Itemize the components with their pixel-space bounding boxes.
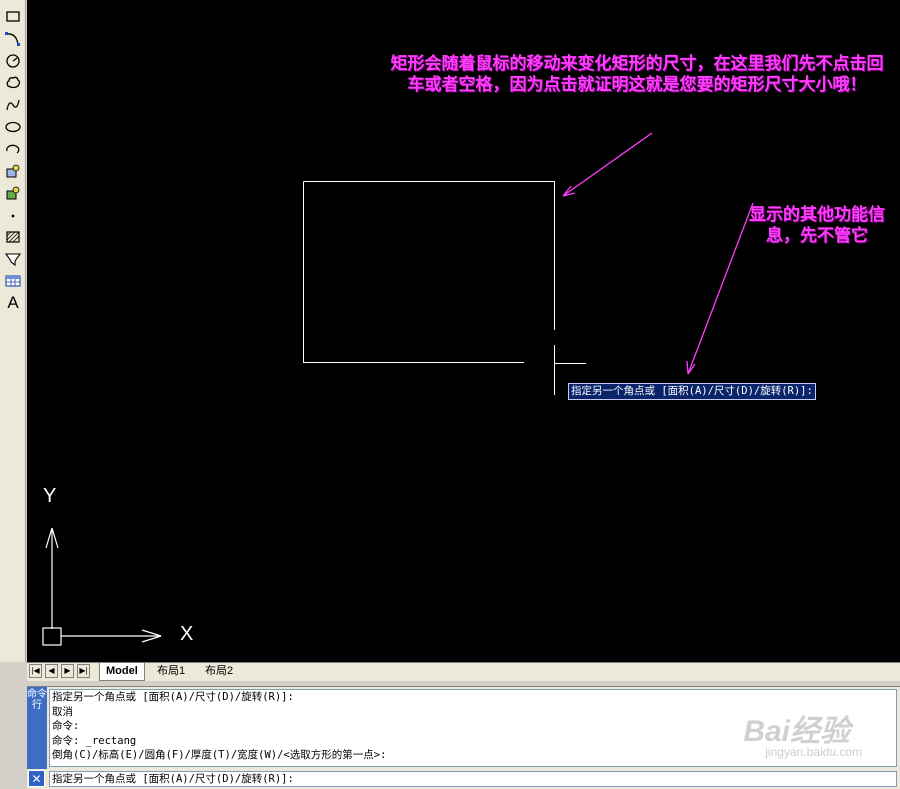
insert-block-icon[interactable] [3, 161, 23, 181]
spline-tool-icon[interactable] [3, 95, 23, 115]
ellipse-arc-tool-icon[interactable] [3, 139, 23, 159]
ucs-y-label: Y [43, 485, 57, 507]
rectangle-tool-icon[interactable] [3, 7, 23, 27]
layout-tab-bar: |◀ ◀ ▶ ▶| Model 布局1 布局2 [27, 662, 900, 681]
first-tab-button[interactable]: |◀ [29, 664, 42, 678]
circle-tool-icon[interactable] [3, 51, 23, 71]
watermark-url: jingyan.baidu.com [765, 745, 862, 759]
tab-model[interactable]: Model [99, 663, 145, 681]
prev-tab-button[interactable]: ◀ [45, 664, 58, 678]
table-tool-icon[interactable] [3, 271, 23, 291]
tab-layout1[interactable]: 布局1 [151, 663, 191, 680]
command-window-title: 命令行 [27, 687, 47, 769]
history-line: 指定另一个角点或 [面积(A)/尺寸(D)/旋转(R)]: [52, 691, 294, 703]
dynamic-input-prompt: 指定另一个角点或 [面积(A)/尺寸(D)/旋转(R)]: [568, 383, 816, 400]
point-tool-icon[interactable] [3, 205, 23, 225]
annotation-side-text: 显示的其他功能信息，先不管它 [749, 205, 885, 246]
ucs-x-label: X [180, 623, 194, 645]
tab-layout2[interactable]: 布局2 [199, 663, 239, 680]
annotation-arrow-side [686, 202, 754, 375]
make-block-icon[interactable] [3, 183, 23, 203]
ucs-icon [42, 527, 162, 646]
draw-toolbar: A [0, 0, 26, 662]
annotation-arrow-main [562, 132, 653, 197]
region-tool-icon[interactable] [3, 249, 23, 269]
hatch-tool-icon[interactable] [3, 227, 23, 247]
next-tab-button[interactable]: ▶ [61, 664, 74, 678]
last-tab-button[interactable]: ▶| [77, 664, 90, 678]
ellipse-tool-icon[interactable] [3, 117, 23, 137]
command-input[interactable]: 指定另一个角点或 [面积(A)/尺寸(D)/旋转(R)]: [49, 771, 897, 787]
close-icon[interactable]: ✕ [28, 770, 45, 787]
revcloud-tool-icon[interactable] [3, 73, 23, 93]
drawing-canvas[interactable]: Y X 矩形会随着鼠标的移动来变化矩形的尺寸，在这里我们先不点击回车或者空格，因… [27, 0, 900, 662]
arc-tool-icon[interactable] [3, 29, 23, 49]
rubber-band-rectangle [303, 181, 555, 363]
watermark-brand: Bai经验 [743, 715, 850, 748]
canvas-geometry [42, 132, 754, 646]
multiline-text-icon[interactable]: A [3, 293, 23, 313]
annotation-main-text: 矩形会随着鼠标的移动来变化矩形的尺寸，在这里我们先不点击回车或者空格，因为点击就… [390, 54, 884, 95]
